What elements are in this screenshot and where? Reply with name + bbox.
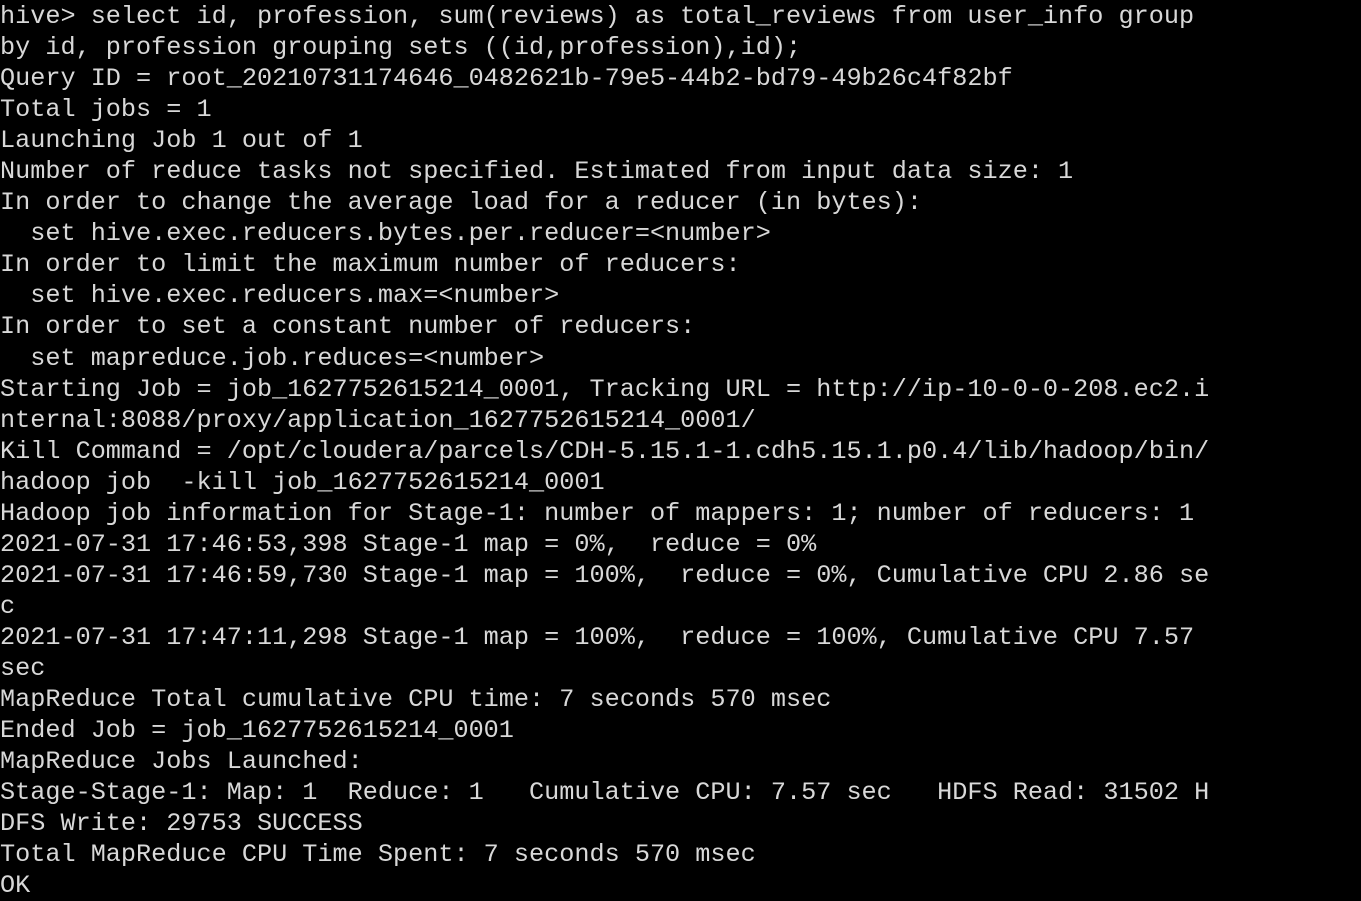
terminal-output-pane[interactable]: hive> select id, profession, sum(reviews…: [0, 0, 1361, 901]
terminal-line: sec: [0, 653, 46, 683]
terminal-line: hive> select id, profession, sum(reviews…: [0, 2, 1195, 31]
terminal-line: c: [0, 591, 16, 621]
terminal-line: In order to limit the maximum number of …: [0, 250, 741, 280]
terminal-line: Total jobs = 1: [0, 95, 212, 125]
terminal-line: MapReduce Jobs Launched:: [0, 747, 363, 777]
terminal-line: 2021-07-31 17:46:59,730 Stage-1 map = 10…: [0, 560, 1210, 590]
terminal-line: Query ID = root_20210731174646_0482621b-…: [0, 64, 1013, 94]
terminal-line: Launching Job 1 out of 1: [0, 126, 363, 156]
terminal-line: OK: [0, 871, 31, 901]
terminal-line: set hive.exec.reducers.bytes.per.reducer…: [0, 219, 771, 249]
terminal-line: hadoop job -kill job_1627752615214_0001: [0, 467, 605, 497]
terminal-line: 2021-07-31 17:47:11,298 Stage-1 map = 10…: [0, 622, 1210, 652]
terminal-line: In order to set a constant number of red…: [0, 312, 696, 342]
terminal-line: nternal:8088/proxy/application_162775261…: [0, 405, 756, 435]
terminal-line: Ended Job = job_1627752615214_0001: [0, 716, 514, 746]
terminal-line: MapReduce Total cumulative CPU time: 7 s…: [0, 685, 832, 715]
terminal-line: Kill Command = /opt/cloudera/parcels/CDH…: [0, 436, 1210, 466]
terminal-line: set hive.exec.reducers.max=<number>: [0, 281, 560, 311]
terminal-line: by id, profession grouping sets ((id,pro…: [0, 33, 802, 63]
terminal-line: Total MapReduce CPU Time Spent: 7 second…: [0, 840, 756, 870]
terminal-line: Number of reduce tasks not specified. Es…: [0, 157, 1074, 187]
terminal-line: Starting Job = job_1627752615214_0001, T…: [0, 374, 1210, 404]
terminal-line: Hadoop job information for Stage-1: numb…: [0, 498, 1195, 528]
terminal-line: In order to change the average load for …: [0, 188, 923, 218]
terminal-line: DFS Write: 29753 SUCCESS: [0, 809, 363, 839]
terminal-line: 2021-07-31 17:46:53,398 Stage-1 map = 0%…: [0, 529, 817, 559]
terminal-line: set mapreduce.job.reduces=<number>: [0, 343, 545, 373]
terminal-line: Stage-Stage-1: Map: 1 Reduce: 1 Cumulati…: [0, 778, 1210, 808]
